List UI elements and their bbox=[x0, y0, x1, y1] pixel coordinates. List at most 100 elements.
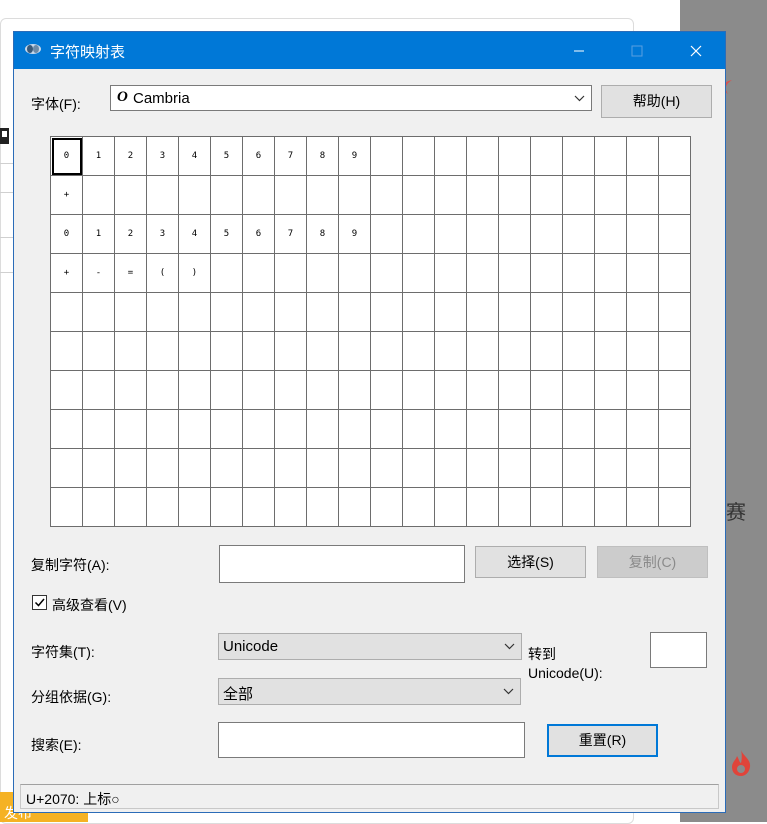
grid-cell[interactable] bbox=[146, 409, 179, 449]
grid-cell[interactable] bbox=[498, 214, 531, 254]
grid-cell[interactable] bbox=[626, 253, 659, 293]
grid-cell[interactable]: ( bbox=[146, 253, 179, 293]
grid-cell[interactable] bbox=[498, 448, 531, 488]
grid-cell[interactable] bbox=[466, 253, 499, 293]
grid-cell[interactable] bbox=[370, 487, 403, 527]
search-input[interactable] bbox=[218, 722, 525, 758]
grid-cell[interactable] bbox=[82, 331, 115, 371]
grid-cell[interactable] bbox=[562, 448, 595, 488]
grid-cell[interactable] bbox=[466, 487, 499, 527]
grid-cell[interactable] bbox=[274, 448, 307, 488]
grid-cell[interactable] bbox=[594, 136, 627, 176]
grid-cell[interactable]: 6 bbox=[242, 214, 275, 254]
advanced-view-checkbox[interactable] bbox=[32, 595, 47, 610]
grid-cell[interactable] bbox=[114, 487, 147, 527]
grid-cell[interactable] bbox=[338, 370, 371, 410]
grid-cell[interactable] bbox=[338, 409, 371, 449]
grid-cell[interactable] bbox=[658, 253, 691, 293]
grid-cell[interactable] bbox=[530, 370, 563, 410]
grid-cell[interactable] bbox=[402, 175, 435, 215]
grid-cell[interactable] bbox=[434, 487, 467, 527]
grid-cell[interactable] bbox=[370, 448, 403, 488]
grid-cell[interactable] bbox=[338, 253, 371, 293]
grid-cell[interactable] bbox=[114, 448, 147, 488]
grid-cell[interactable] bbox=[658, 370, 691, 410]
grid-cell[interactable] bbox=[338, 175, 371, 215]
grid-cell[interactable] bbox=[498, 331, 531, 371]
grid-cell[interactable] bbox=[82, 175, 115, 215]
grid-cell[interactable] bbox=[82, 487, 115, 527]
grid-cell[interactable] bbox=[562, 214, 595, 254]
grid-cell[interactable] bbox=[146, 175, 179, 215]
grid-cell[interactable] bbox=[210, 175, 243, 215]
grid-cell[interactable] bbox=[466, 370, 499, 410]
grid-cell[interactable]: 6 bbox=[242, 136, 275, 176]
grid-cell[interactable] bbox=[466, 409, 499, 449]
grid-cell[interactable] bbox=[594, 175, 627, 215]
grid-cell[interactable] bbox=[498, 370, 531, 410]
goto-unicode-input[interactable] bbox=[650, 632, 707, 668]
grid-cell[interactable] bbox=[498, 253, 531, 293]
grid-cell[interactable] bbox=[50, 487, 83, 527]
grid-cell[interactable] bbox=[82, 292, 115, 332]
grid-cell[interactable] bbox=[402, 370, 435, 410]
grid-cell[interactable] bbox=[626, 487, 659, 527]
grid-cell[interactable] bbox=[210, 253, 243, 293]
grid-cell[interactable] bbox=[82, 448, 115, 488]
grid-cell[interactable] bbox=[146, 487, 179, 527]
grid-cell[interactable] bbox=[658, 175, 691, 215]
grid-cell[interactable] bbox=[146, 448, 179, 488]
grid-cell[interactable] bbox=[434, 214, 467, 254]
grid-cell[interactable] bbox=[370, 214, 403, 254]
grid-cell[interactable] bbox=[210, 487, 243, 527]
grid-cell[interactable] bbox=[626, 448, 659, 488]
grid-cell[interactable] bbox=[50, 292, 83, 332]
grid-cell[interactable] bbox=[338, 448, 371, 488]
grid-cell[interactable]: 7 bbox=[274, 214, 307, 254]
grid-cell[interactable] bbox=[498, 487, 531, 527]
grid-cell[interactable] bbox=[146, 292, 179, 332]
grid-cell[interactable] bbox=[178, 370, 211, 410]
grid-cell[interactable]: 7 bbox=[274, 136, 307, 176]
grid-cell[interactable] bbox=[242, 292, 275, 332]
grid-cell[interactable] bbox=[146, 331, 179, 371]
grid-cell[interactable] bbox=[466, 175, 499, 215]
grid-cell[interactable] bbox=[274, 292, 307, 332]
grid-cell[interactable] bbox=[306, 487, 339, 527]
grid-cell[interactable] bbox=[370, 253, 403, 293]
grid-cell[interactable] bbox=[498, 136, 531, 176]
copy-chars-input[interactable] bbox=[219, 545, 465, 583]
grid-cell[interactable]: 0 bbox=[50, 136, 83, 176]
character-grid[interactable]: 0 1 2 3 4 5 6 7 8 9 +0 1 2 3 4 5 6 7 8 9 + - =() bbox=[50, 136, 691, 527]
grid-cell[interactable] bbox=[242, 409, 275, 449]
grid-cell[interactable] bbox=[434, 175, 467, 215]
grid-cell[interactable] bbox=[306, 292, 339, 332]
grid-cell[interactable]: 4 bbox=[178, 136, 211, 176]
grid-cell[interactable] bbox=[498, 409, 531, 449]
grid-cell[interactable] bbox=[242, 175, 275, 215]
grid-cell[interactable] bbox=[370, 331, 403, 371]
grid-cell[interactable] bbox=[562, 175, 595, 215]
grid-cell[interactable] bbox=[626, 409, 659, 449]
grid-cell[interactable] bbox=[594, 487, 627, 527]
grid-cell[interactable] bbox=[50, 370, 83, 410]
grid-cell[interactable] bbox=[658, 487, 691, 527]
grid-cell[interactable] bbox=[274, 487, 307, 527]
group-by-dropdown[interactable]: 全部 bbox=[218, 678, 521, 705]
grid-cell[interactable] bbox=[402, 331, 435, 371]
grid-cell[interactable] bbox=[370, 136, 403, 176]
grid-cell[interactable] bbox=[562, 370, 595, 410]
grid-cell[interactable] bbox=[306, 253, 339, 293]
grid-cell[interactable] bbox=[594, 409, 627, 449]
grid-cell[interactable]: - bbox=[82, 253, 115, 293]
grid-cell[interactable] bbox=[530, 214, 563, 254]
grid-cell[interactable]: 8 bbox=[306, 214, 339, 254]
grid-cell[interactable] bbox=[402, 409, 435, 449]
grid-cell[interactable] bbox=[50, 448, 83, 488]
grid-cell[interactable] bbox=[530, 292, 563, 332]
grid-cell[interactable]: 4 bbox=[178, 214, 211, 254]
charset-dropdown[interactable]: Unicode bbox=[218, 633, 522, 660]
grid-cell[interactable] bbox=[82, 409, 115, 449]
grid-cell[interactable] bbox=[114, 175, 147, 215]
grid-cell[interactable] bbox=[594, 448, 627, 488]
